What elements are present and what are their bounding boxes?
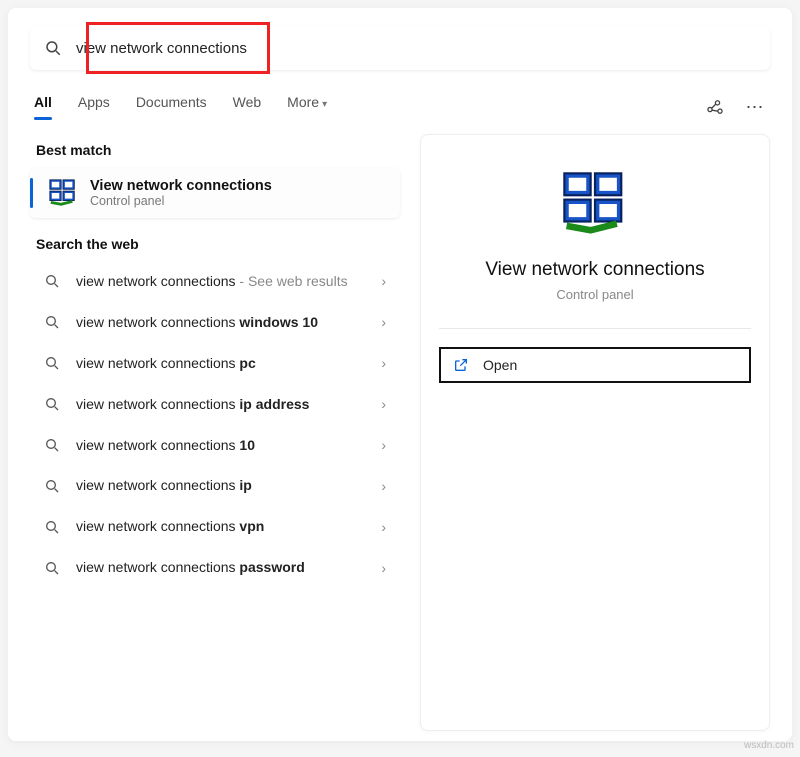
chevron-right-icon[interactable]: › [377,519,390,535]
tab-more[interactable]: More▾ [287,94,327,120]
web-result-item[interactable]: view network connections vpn› [30,507,400,546]
chevron-down-icon: ▾ [322,99,327,110]
web-result-label: view network connections pc [76,354,377,373]
chevron-right-icon[interactable]: › [377,273,390,289]
best-match-title: View network connections [90,178,272,194]
web-result-label: view network connections ip address [76,395,377,414]
web-result-item[interactable]: view network connections ip› [30,466,400,505]
tab-apps[interactable]: Apps [78,94,110,120]
chevron-right-icon[interactable]: › [377,396,390,412]
web-result-label: view network connections - See web resul… [76,272,377,291]
search-icon [44,355,60,371]
chevron-right-icon[interactable]: › [377,560,390,576]
web-result-label: view network connections vpn [76,517,377,536]
best-match-heading: Best match [36,142,400,158]
open-button-label: Open [483,357,517,373]
searchbar-container [30,26,770,70]
watermark: wsxdn.com [744,740,794,751]
search-window: All Apps Documents Web More▾ ⋯ Best matc… [8,8,792,741]
web-result-label: view network connections windows 10 [76,313,377,332]
detail-subtitle: Control panel [556,287,633,302]
best-match-text: View network connections Control panel [90,178,272,208]
network-connections-large-icon [560,169,630,239]
web-result-label: view network connections password [76,558,377,577]
detail-panel: View network connections Control panel O… [420,134,770,731]
best-match-subtitle: Control panel [90,194,272,208]
web-result-label: view network connections ip [76,476,377,495]
tab-documents[interactable]: Documents [136,94,207,120]
network-connections-icon [48,178,78,208]
open-button[interactable]: Open [439,347,751,383]
content: Best match View network connections Cont… [30,134,770,731]
web-result-label: view network connections 10 [76,436,377,455]
share-icon[interactable] [704,96,726,118]
web-result-item[interactable]: view network connections password› [30,548,400,587]
chevron-right-icon[interactable]: › [377,478,390,494]
search-icon [44,519,60,535]
chevron-right-icon[interactable]: › [377,437,390,453]
search-web-heading: Search the web [36,236,400,252]
search-icon [44,314,60,330]
open-external-icon [453,357,469,373]
chevron-right-icon[interactable]: › [377,355,390,371]
best-match-result[interactable]: View network connections Control panel [30,168,400,218]
detail-title: View network connections [485,259,704,281]
search-icon [44,437,60,453]
tab-all[interactable]: All [34,94,52,120]
searchbar[interactable] [30,26,770,70]
more-options-icon[interactable]: ⋯ [744,96,766,118]
search-icon [44,560,60,576]
web-result-item[interactable]: view network connections pc› [30,344,400,383]
web-result-item[interactable]: view network connections windows 10› [30,303,400,342]
tab-web[interactable]: Web [233,94,262,120]
web-results-list: view network connections - See web resul… [30,262,400,587]
web-result-item[interactable]: view network connections 10› [30,426,400,465]
results-column: Best match View network connections Cont… [30,134,400,731]
search-tabs: All Apps Documents Web More▾ [34,94,704,120]
search-input[interactable] [76,40,756,57]
search-icon [44,478,60,494]
web-result-item[interactable]: view network connections - See web resul… [30,262,400,301]
web-result-item[interactable]: view network connections ip address› [30,385,400,424]
tabs-row: All Apps Documents Web More▾ ⋯ [30,94,770,120]
search-icon [44,273,60,289]
search-icon [44,396,60,412]
divider [439,328,751,329]
top-actions: ⋯ [704,96,766,118]
chevron-right-icon[interactable]: › [377,314,390,330]
search-icon [44,39,62,57]
